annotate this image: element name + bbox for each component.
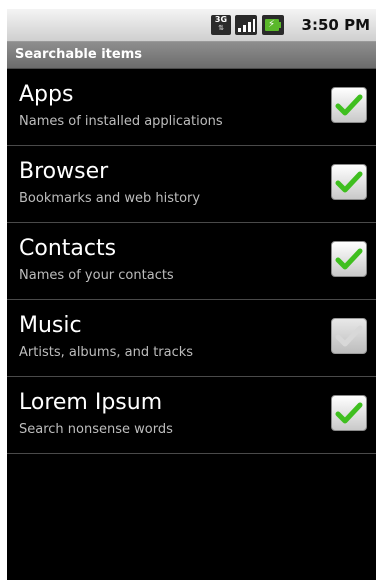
list-item-browser[interactable]: Browser Bookmarks and web history [7, 146, 376, 223]
checkmark-icon [335, 325, 363, 347]
status-bar: 3G ⇅ ⚡ 3:50 PM [7, 9, 376, 42]
checkmark-icon [335, 402, 363, 424]
list-item-apps[interactable]: Apps Names of installed applications [7, 69, 376, 146]
apps-checkbox[interactable] [331, 87, 367, 123]
list-item-music: Music Artists, albums, and tracks [7, 300, 376, 377]
checkmark-icon [335, 94, 363, 116]
data-arrows-icon: ⇅ [218, 24, 224, 32]
item-title: Contacts [19, 236, 117, 261]
checkmark-icon [335, 248, 363, 270]
lorem-ipsum-checkbox[interactable] [331, 395, 367, 431]
item-summary: Search nonsense words [19, 422, 173, 437]
list-item-contacts[interactable]: Contacts Names of your contacts [7, 223, 376, 300]
status-clock: 3:50 PM [301, 16, 370, 34]
preference-list: Apps Names of installed applications Bro… [7, 69, 376, 454]
item-title: Music [19, 313, 82, 338]
item-summary: Artists, albums, and tracks [19, 345, 194, 360]
page-title: Searchable items [15, 47, 142, 62]
battery-charging-icon: ⚡ [262, 15, 284, 35]
browser-checkbox[interactable] [331, 164, 367, 200]
contacts-checkbox[interactable] [331, 241, 367, 277]
title-bar: Searchable items [7, 42, 376, 69]
item-title: Apps [19, 82, 74, 107]
item-summary: Names of installed applications [19, 114, 223, 129]
item-title: Lorem Ipsum [19, 390, 163, 415]
signal-strength-icon [235, 15, 257, 35]
music-checkbox [331, 318, 367, 354]
item-summary: Bookmarks and web history [19, 191, 201, 206]
item-title: Browser [19, 159, 109, 184]
network-type-label: 3G [214, 15, 228, 24]
screen: 3G ⇅ ⚡ 3:50 PM Searchable items Apps Nam… [7, 9, 376, 580]
checkmark-icon [335, 171, 363, 193]
3g-network-icon: 3G ⇅ [211, 15, 231, 35]
item-summary: Names of your contacts [19, 268, 174, 283]
device-frame: 3G ⇅ ⚡ 3:50 PM Searchable items Apps Nam… [0, 0, 383, 580]
list-item-lorem-ipsum[interactable]: Lorem Ipsum Search nonsense words [7, 377, 376, 454]
